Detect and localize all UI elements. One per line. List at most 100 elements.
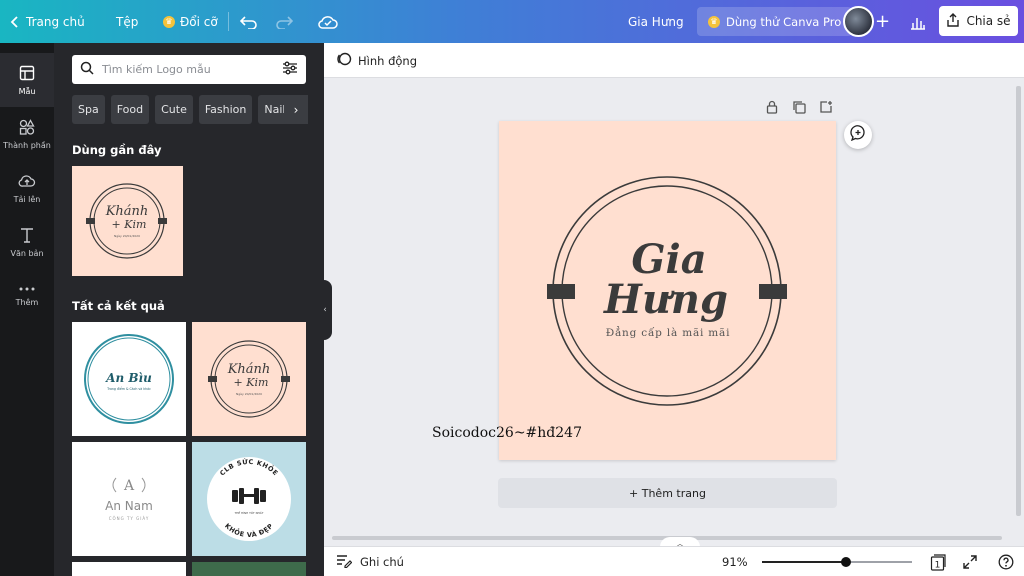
text-icon bbox=[19, 227, 35, 245]
template-thumb-khanh[interactable]: Khánh + Kim Ngày 20/01/2020 bbox=[192, 322, 306, 436]
undo-button[interactable] bbox=[240, 0, 258, 43]
resize-button[interactable]: ♛ Đổi cỡ bbox=[163, 0, 218, 43]
cloud-check-icon bbox=[317, 14, 339, 30]
notes-button[interactable]: Ghi chú bbox=[336, 547, 404, 576]
divider bbox=[228, 12, 229, 31]
scroll-thumb[interactable] bbox=[1016, 86, 1021, 516]
bar-chart-icon bbox=[910, 14, 926, 30]
rail-item-text[interactable]: Văn bản bbox=[0, 215, 54, 269]
rail-item-more[interactable]: Thêm bbox=[0, 269, 54, 323]
help-icon bbox=[998, 554, 1014, 574]
zoom-value[interactable]: 91% bbox=[722, 547, 748, 576]
chevron-left-icon bbox=[10, 15, 20, 28]
search-icon bbox=[80, 60, 94, 79]
add-page-icon[interactable] bbox=[819, 99, 833, 118]
design-canvas[interactable]: Gia Hưng Đẳng cấp là mãi mãi bbox=[499, 121, 836, 460]
save-status-button[interactable] bbox=[317, 0, 339, 43]
redo-icon bbox=[275, 15, 293, 29]
rail-item-label: Văn bản bbox=[10, 248, 44, 258]
notes-label: Ghi chú bbox=[360, 555, 404, 569]
template-title-text: Khánh bbox=[105, 204, 149, 219]
templates-panel: Spa Food Cute Fashion Nail M › Dùng gần … bbox=[54, 43, 324, 576]
template-thumb-annam[interactable]: A An Nam CÔNG TY GIÀY bbox=[72, 442, 186, 556]
avatar[interactable] bbox=[843, 6, 874, 37]
template-thumb-partial[interactable] bbox=[192, 562, 306, 576]
template-monogram-text: A bbox=[123, 478, 135, 494]
rail-item-elements[interactable]: Thành phần bbox=[0, 107, 54, 161]
template-thumb-clb[interactable]: CLB SỨC KHỎE KHỎE VÀ ĐẸP THỂ HÌNH TỐT NH… bbox=[192, 442, 306, 556]
insights-button[interactable] bbox=[910, 0, 926, 43]
all-results-title: Tất cả kết quả bbox=[72, 299, 165, 313]
template-icon bbox=[19, 65, 35, 83]
recent-template-thumb[interactable]: Khánh + Kim Ngày 20/01/2020 bbox=[72, 166, 183, 276]
animate-button[interactable]: Hình động bbox=[336, 43, 417, 78]
zoom-slider[interactable] bbox=[762, 557, 912, 567]
animate-icon bbox=[336, 51, 352, 70]
rail-item-templates[interactable]: Mẫu bbox=[0, 53, 54, 107]
left-rail: Mẫu Thành phần Tải lên Văn bản Thêm bbox=[0, 43, 54, 576]
template-date-text: Ngày 20/01/2020 bbox=[114, 234, 140, 238]
chip-food[interactable]: Food bbox=[110, 95, 150, 124]
design-name[interactable]: Gia Hưng bbox=[628, 0, 684, 43]
template-title-text: An Nam bbox=[105, 499, 153, 513]
share-icon bbox=[946, 12, 960, 30]
add-comment-button[interactable] bbox=[844, 121, 872, 149]
fullscreen-button[interactable] bbox=[962, 554, 978, 574]
page-count-button[interactable]: 1 bbox=[930, 554, 946, 575]
page-actions bbox=[765, 99, 833, 118]
plus-icon: + bbox=[875, 11, 891, 32]
chevron-right-icon: › bbox=[293, 102, 299, 117]
vertical-scrollbar[interactable] bbox=[1013, 78, 1024, 533]
notes-icon bbox=[336, 554, 353, 571]
zoom-slider-handle[interactable] bbox=[841, 557, 851, 567]
collapse-panel-button[interactable]: ‹ bbox=[318, 280, 332, 340]
template-subtitle-text: + Kim bbox=[234, 376, 269, 389]
template-title-text: An Bìu bbox=[105, 371, 152, 385]
resize-label: Đổi cỡ bbox=[180, 14, 218, 29]
chip-cute[interactable]: Cute bbox=[155, 95, 193, 124]
home-label: Trang chủ bbox=[26, 14, 85, 29]
chip-fashion[interactable]: Fashion bbox=[198, 95, 253, 124]
template-tagline-text: THỂ HÌNH TỐT NHẤT bbox=[234, 510, 264, 515]
add-page-button[interactable]: + Thêm trang bbox=[498, 478, 837, 508]
template-date-text: Ngày 20/01/2020 bbox=[236, 392, 262, 396]
bottom-bar: Ghi chú 91% 1 bbox=[324, 546, 1024, 576]
editor-toolbar: Hình động bbox=[324, 43, 1024, 78]
crown-icon: ♛ bbox=[163, 15, 175, 28]
rail-item-label: Thêm bbox=[15, 298, 39, 307]
undo-icon bbox=[240, 15, 258, 29]
rail-item-uploads[interactable]: Tải lên bbox=[0, 161, 54, 215]
template-thumb-partial[interactable] bbox=[72, 562, 186, 576]
logo-title-line-2[interactable]: Hưng bbox=[603, 276, 728, 323]
pro-label: Dùng thử Canva Pro bbox=[726, 14, 842, 29]
template-thumb-anbiu[interactable]: An Bìu Trang điểm & Cách và khác bbox=[72, 322, 186, 436]
template-subtitle-text: + Kim bbox=[112, 218, 147, 231]
lock-icon[interactable] bbox=[765, 99, 779, 118]
page-count-text: 1 bbox=[935, 561, 941, 571]
upload-icon bbox=[18, 173, 36, 191]
chips-next-button[interactable]: › bbox=[284, 95, 308, 124]
logo-tagline[interactable]: Đẳng cấp là mãi mãi bbox=[606, 325, 731, 339]
chevron-left-icon: ‹ bbox=[323, 305, 327, 315]
home-button[interactable]: Trang chủ bbox=[10, 0, 85, 43]
category-chips: Spa Food Cute Fashion Nail M bbox=[72, 95, 308, 124]
filter-icon[interactable] bbox=[282, 60, 298, 79]
comment-plus-icon bbox=[850, 125, 866, 145]
share-button[interactable]: Chia sẻ bbox=[939, 6, 1018, 36]
duplicate-page-icon[interactable] bbox=[792, 99, 806, 118]
file-menu-button[interactable]: Tệp bbox=[116, 0, 138, 43]
recent-section-title: Dùng gần đây bbox=[72, 143, 162, 157]
expand-icon bbox=[962, 555, 978, 574]
add-collaborator-button[interactable]: + bbox=[875, 0, 890, 43]
more-icon bbox=[19, 285, 35, 294]
zoom-slider-fill bbox=[762, 561, 846, 563]
search-box[interactable] bbox=[72, 55, 306, 84]
template-subtitle-text: CÔNG TY GIÀY bbox=[109, 516, 150, 521]
chip-spa[interactable]: Spa bbox=[72, 95, 105, 124]
search-input[interactable] bbox=[102, 63, 274, 76]
try-pro-button[interactable]: ♛ Dùng thử Canva Pro bbox=[697, 7, 853, 36]
rail-item-label: Tải lên bbox=[13, 194, 41, 204]
redo-button[interactable] bbox=[275, 0, 293, 43]
help-button[interactable] bbox=[998, 554, 1014, 574]
rail-item-label: Mẫu bbox=[18, 86, 36, 96]
